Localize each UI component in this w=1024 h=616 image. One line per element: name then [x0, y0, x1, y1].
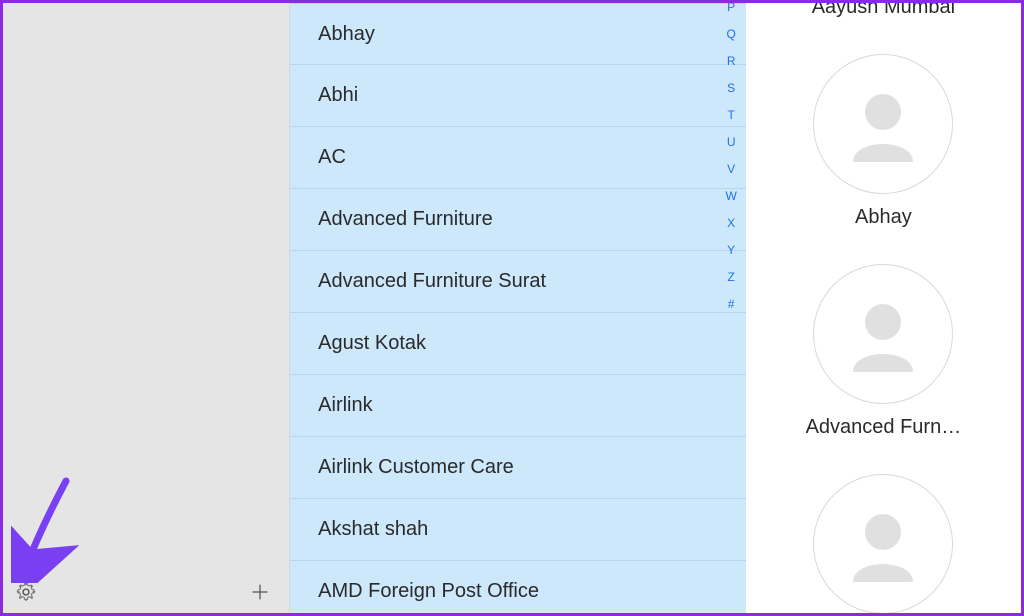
contact-row[interactable]: Airlink Customer Care	[290, 437, 746, 499]
sidebar	[3, 3, 289, 613]
contact-name: AMD Foreign Post Office	[318, 580, 539, 603]
contact-row[interactable]: AC	[290, 127, 746, 189]
detail-card[interactable]	[746, 468, 1021, 613]
contact-name: Advanced Furniture Surat	[318, 270, 546, 293]
index-letter[interactable]: S	[727, 81, 735, 95]
detail-card-name: Aayush Mumbai	[812, 3, 955, 19]
index-letter[interactable]: X	[727, 216, 735, 230]
index-letter[interactable]: #	[728, 297, 735, 311]
gear-icon	[15, 581, 37, 603]
avatar	[813, 474, 953, 613]
index-letter[interactable]: V	[727, 162, 735, 176]
plus-icon	[249, 581, 271, 603]
person-icon	[833, 494, 933, 594]
detail-card[interactable]: Abhay	[746, 48, 1021, 258]
index-letter[interactable]: Q	[726, 27, 735, 41]
contact-row[interactable]: AMD Foreign Post Office	[290, 561, 746, 613]
avatar	[813, 264, 953, 404]
contact-name: Abhay	[318, 23, 375, 46]
alpha-index-bar[interactable]: P Q R S T U V W X Y Z #	[725, 3, 736, 311]
index-letter[interactable]: Y	[727, 243, 735, 257]
contact-list[interactable]: Abhay Abhi AC Advanced Furniture Advance…	[290, 3, 746, 613]
settings-button[interactable]	[13, 579, 39, 605]
detail-card[interactable]: Aayush Mumbai	[746, 3, 1021, 48]
detail-pane: Aayush Mumbai Abhay Adva	[746, 3, 1021, 613]
index-letter[interactable]: P	[727, 3, 735, 14]
app-frame: Abhay Abhi AC Advanced Furniture Advance…	[0, 0, 1024, 616]
contact-name: AC	[318, 146, 346, 169]
contact-row[interactable]: Airlink	[290, 375, 746, 437]
detail-scrollbar[interactable]	[1006, 3, 1021, 613]
index-letter[interactable]: T	[727, 108, 734, 122]
detail-card-name: Advanced Furn…	[806, 416, 962, 439]
index-letter[interactable]: W	[725, 189, 736, 203]
contact-name: Abhi	[318, 84, 358, 107]
contact-row[interactable]: Akshat shah	[290, 499, 746, 561]
detail-card-name: Abhay	[855, 206, 912, 229]
contact-list-pane: Abhay Abhi AC Advanced Furniture Advance…	[289, 3, 746, 613]
contact-row[interactable]: Abhi	[290, 65, 746, 127]
person-icon	[833, 284, 933, 384]
sidebar-bottom-bar	[3, 571, 289, 613]
contact-row[interactable]: Abhay	[290, 3, 746, 65]
contact-row[interactable]: Agust Kotak	[290, 313, 746, 375]
person-icon	[833, 74, 933, 174]
contact-name: Akshat shah	[318, 518, 428, 541]
index-letter[interactable]: U	[727, 135, 736, 149]
contact-row[interactable]: Advanced Furniture Surat	[290, 251, 746, 313]
detail-card[interactable]: Advanced Furn…	[746, 258, 1021, 468]
sidebar-spacer	[3, 3, 289, 571]
contact-name: Agust Kotak	[318, 332, 426, 355]
contact-name: Advanced Furniture	[318, 208, 493, 231]
add-contact-button[interactable]	[247, 579, 273, 605]
index-letter[interactable]: R	[727, 54, 736, 68]
detail-scroll[interactable]: Aayush Mumbai Abhay Adva	[746, 3, 1021, 613]
avatar	[813, 54, 953, 194]
contact-row[interactable]: Advanced Furniture	[290, 189, 746, 251]
contact-name: Airlink Customer Care	[318, 456, 514, 479]
index-letter[interactable]: Z	[727, 270, 734, 284]
contact-name: Airlink	[318, 394, 372, 417]
